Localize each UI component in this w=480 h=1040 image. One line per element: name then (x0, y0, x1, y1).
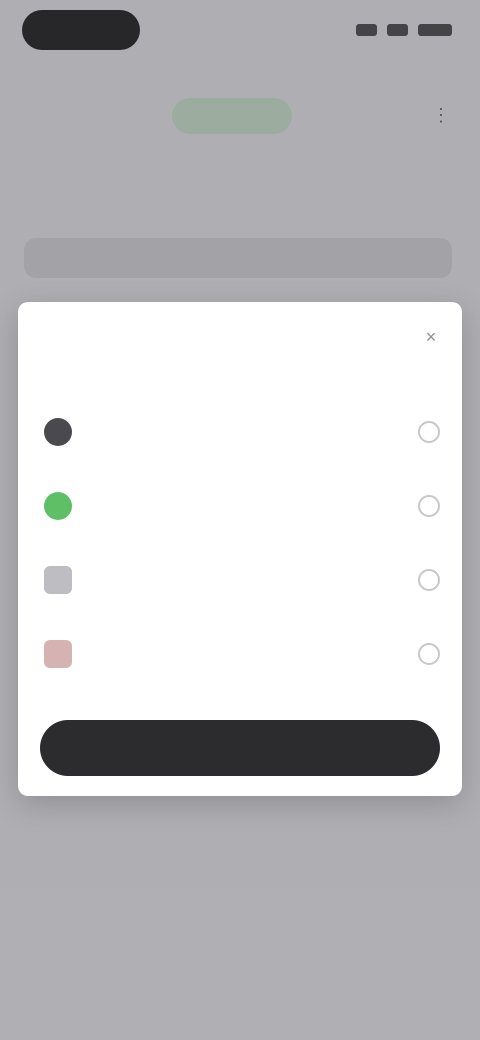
radio-icon[interactable] (418, 421, 440, 443)
document-rose-icon (44, 640, 72, 668)
sheet-header: × (18, 302, 462, 372)
radio-icon[interactable] (418, 643, 440, 665)
radio-icon[interactable] (418, 495, 440, 517)
close-icon[interactable]: × (420, 326, 442, 348)
document-icon (44, 566, 72, 594)
sheet-title (42, 326, 222, 348)
radio-icon[interactable] (418, 569, 440, 591)
option-sheet: × (18, 302, 462, 796)
option-item[interactable] (18, 624, 462, 684)
confirm-button[interactable] (40, 720, 440, 776)
dark-circle-icon (44, 418, 72, 446)
option-list (18, 392, 462, 692)
option-item[interactable] (18, 476, 462, 536)
option-item[interactable] (18, 402, 462, 462)
green-circle-icon (44, 492, 72, 520)
option-item[interactable] (18, 550, 462, 610)
